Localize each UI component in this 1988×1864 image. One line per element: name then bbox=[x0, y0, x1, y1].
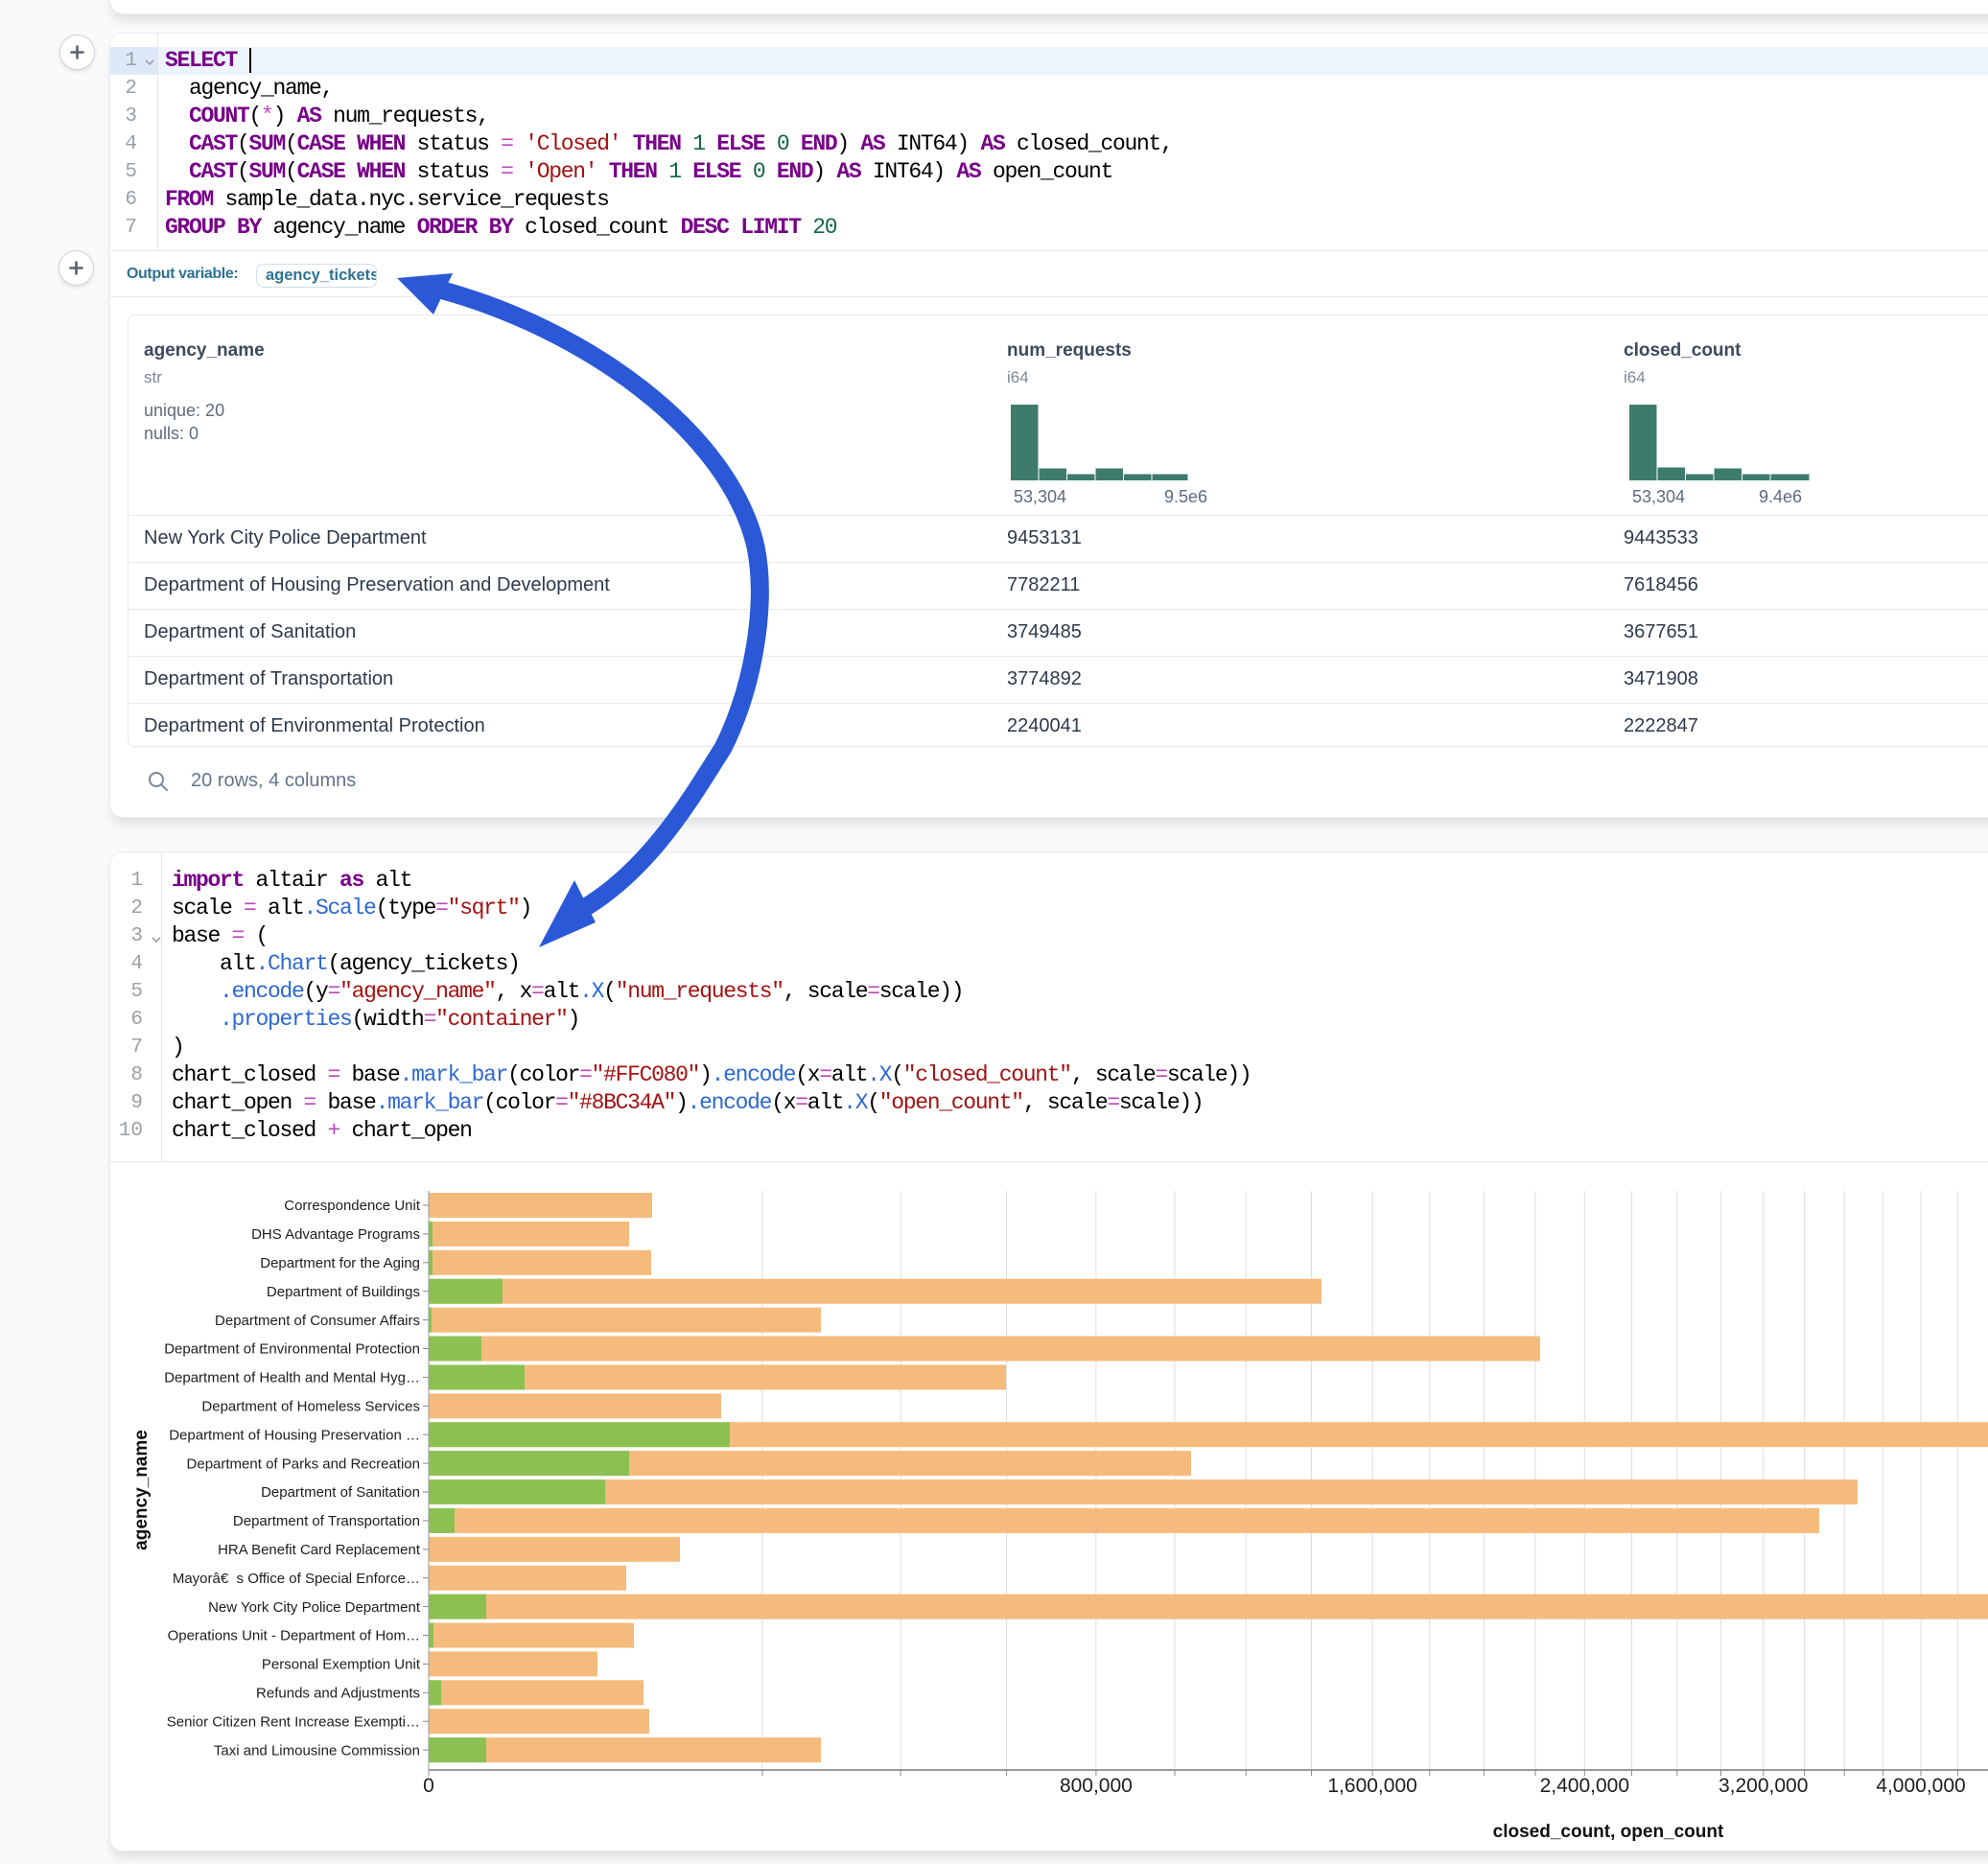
svg-text:800,000: 800,000 bbox=[1060, 1775, 1133, 1797]
svg-text:2,400,000: 2,400,000 bbox=[1540, 1775, 1629, 1797]
svg-text:Department of Parks and Recrea: Department of Parks and Recreation bbox=[187, 1456, 420, 1472]
svg-text:Department of Consumer Affairs: Department of Consumer Affairs bbox=[215, 1313, 420, 1329]
svg-text:0: 0 bbox=[423, 1775, 434, 1797]
svg-text:agency_name: agency_name bbox=[131, 1430, 152, 1550]
svg-text:DHS Advantage Programs: DHS Advantage Programs bbox=[251, 1226, 420, 1243]
svg-text:Operations Unit - Department o: Operations Unit - Department of Hom… bbox=[168, 1628, 420, 1644]
svg-text:Department of Housing Preserva: Department of Housing Preservation … bbox=[169, 1427, 420, 1443]
svg-text:Department of Environmental Pr: Department of Environmental Protection bbox=[164, 1341, 420, 1358]
svg-text:Mayorâ€ s Office of Special E: Mayorâ€ s Office of Special Enforce… bbox=[173, 1571, 420, 1587]
svg-text:Taxi and Limousine Commission: Taxi and Limousine Commission bbox=[214, 1742, 420, 1759]
svg-text:3,200,000: 3,200,000 bbox=[1719, 1775, 1808, 1797]
svg-text:Department of Buildings: Department of Buildings bbox=[267, 1284, 420, 1300]
svg-text:Senior Citizen Rent Increase E: Senior Citizen Rent Increase Exempti… bbox=[167, 1713, 420, 1730]
svg-text:Department of Health and Menta: Department of Health and Mental Hyg… bbox=[164, 1370, 420, 1386]
svg-text:New York City Police Departmen: New York City Police Department bbox=[208, 1599, 421, 1616]
svg-text:HRA Benefit Card Replacement: HRA Benefit Card Replacement bbox=[218, 1542, 421, 1558]
svg-text:Personal Exemption Unit: Personal Exemption Unit bbox=[262, 1657, 421, 1673]
svg-text:closed_count, open_count: closed_count, open_count bbox=[1493, 1822, 1724, 1842]
svg-text:Department of Homeless Service: Department of Homeless Services bbox=[201, 1399, 420, 1415]
svg-text:Department of Sanitation: Department of Sanitation bbox=[261, 1484, 420, 1501]
svg-text:Refunds and Adjustments: Refunds and Adjustments bbox=[256, 1686, 420, 1702]
svg-text:4,000,000: 4,000,000 bbox=[1876, 1775, 1965, 1797]
svg-text:Correspondence Unit: Correspondence Unit bbox=[284, 1198, 421, 1214]
svg-text:Department of Transportation: Department of Transportation bbox=[233, 1513, 420, 1529]
svg-text:1,600,000: 1,600,000 bbox=[1327, 1775, 1416, 1797]
svg-text:Department for the Aging: Department for the Aging bbox=[260, 1255, 420, 1271]
